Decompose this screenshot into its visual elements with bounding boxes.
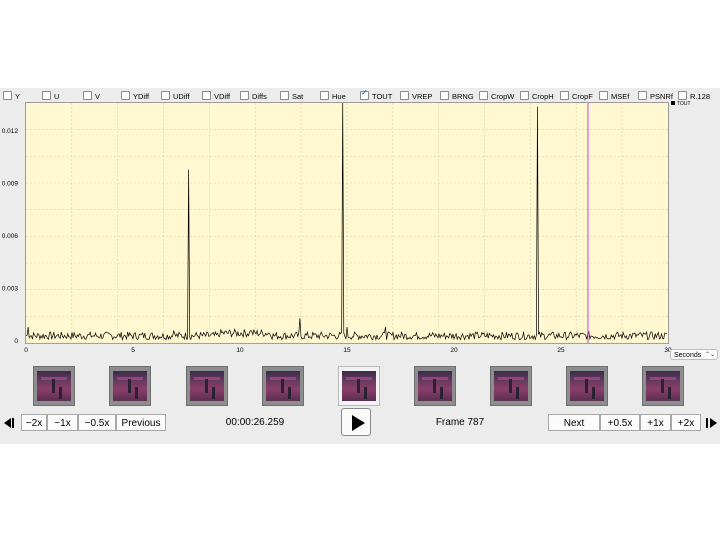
frame-thumbnail[interactable] [33,366,75,406]
y-tick-label: 0.003 [2,286,19,293]
frame-number-display: Frame 787 [435,417,485,428]
app-window: YUVYDiffUDiffVDiffDiffsSatHueTOUTVREPBRN… [0,88,720,444]
frame-thumbnail[interactable] [566,366,608,406]
time-units-value: Seconds [674,352,702,359]
chart-axes: 00.0030.0060.0090.0120 5 10 15 20 25 30 [2,128,672,354]
frame-thumbnail[interactable] [338,366,380,406]
thumbnail-figure [592,387,595,399]
frame-thumbnail[interactable] [642,366,684,406]
frame-thumbnail[interactable] [109,366,151,406]
x-tick-label: 0 [24,347,28,354]
y-tick-label: 0.006 [2,233,19,240]
next-button[interactable]: Next [548,414,600,431]
timestamp-display: 00:00:26.259 [225,417,285,428]
speed-minus-half-button[interactable]: −0.5x [78,414,116,431]
thumbnail-image [190,371,224,401]
thumbnail-image [418,371,452,401]
step-back-frame-button[interactable] [2,416,20,430]
frame-thumbnail[interactable] [490,366,532,406]
thumbnail-image [570,371,604,401]
speed-minus-1x-button[interactable]: −1x [47,414,78,431]
speed-plus-2x-button[interactable]: +2x [671,414,701,431]
x-tick-label: 15 [343,347,351,354]
legend-label: TOUT [677,101,691,107]
x-tick-label: 5 [131,347,135,354]
play-button[interactable] [341,408,371,436]
thumbnail-figure [288,387,291,399]
speed-plus-1x-button[interactable]: +1x [640,414,671,431]
frame-thumbnail[interactable] [414,366,456,406]
speed-plus-half-button[interactable]: +0.5x [600,414,640,431]
thumbnail-figure [59,387,62,399]
thumbnail-figure [212,387,215,399]
thumbnail-image [646,371,680,401]
thumbnail-image [494,371,528,401]
step-back-bar-icon [12,418,14,428]
chart-legend: TOUT [671,101,691,107]
x-tick-label: 10 [236,347,244,354]
thumbnail-image [342,371,376,401]
time-units-select[interactable]: Seconds ⌃⌄ [670,349,718,360]
previous-button[interactable]: Previous [116,414,166,431]
thumbnail-figure [364,387,367,399]
thumbnail-image [37,371,71,401]
thumbnail-image [266,371,300,401]
select-arrows-icon: ⌃⌄ [704,352,715,358]
x-tick-label: 20 [450,347,458,354]
thumbnail-figure [135,387,138,399]
frame-thumbnail[interactable] [262,366,304,406]
step-back-icon [4,418,11,428]
x-tick-label: 25 [557,347,565,354]
thumbnail-figure [440,387,443,399]
step-forward-bar-icon [706,418,708,428]
step-forward-icon [710,418,717,428]
y-tick-label: 0 [14,338,18,345]
y-tick-label: 0.012 [2,128,19,135]
legend-swatch [671,101,675,105]
play-icon [352,415,365,431]
speed-minus-2x-button[interactable]: −2x [21,414,47,431]
thumbnail-image [113,371,147,401]
thumbnail-figure [668,387,671,399]
frame-thumbnail[interactable] [186,366,228,406]
thumbnail-figure [516,387,519,399]
y-tick-label: 0.009 [2,181,19,188]
step-forward-frame-button[interactable] [702,416,720,430]
